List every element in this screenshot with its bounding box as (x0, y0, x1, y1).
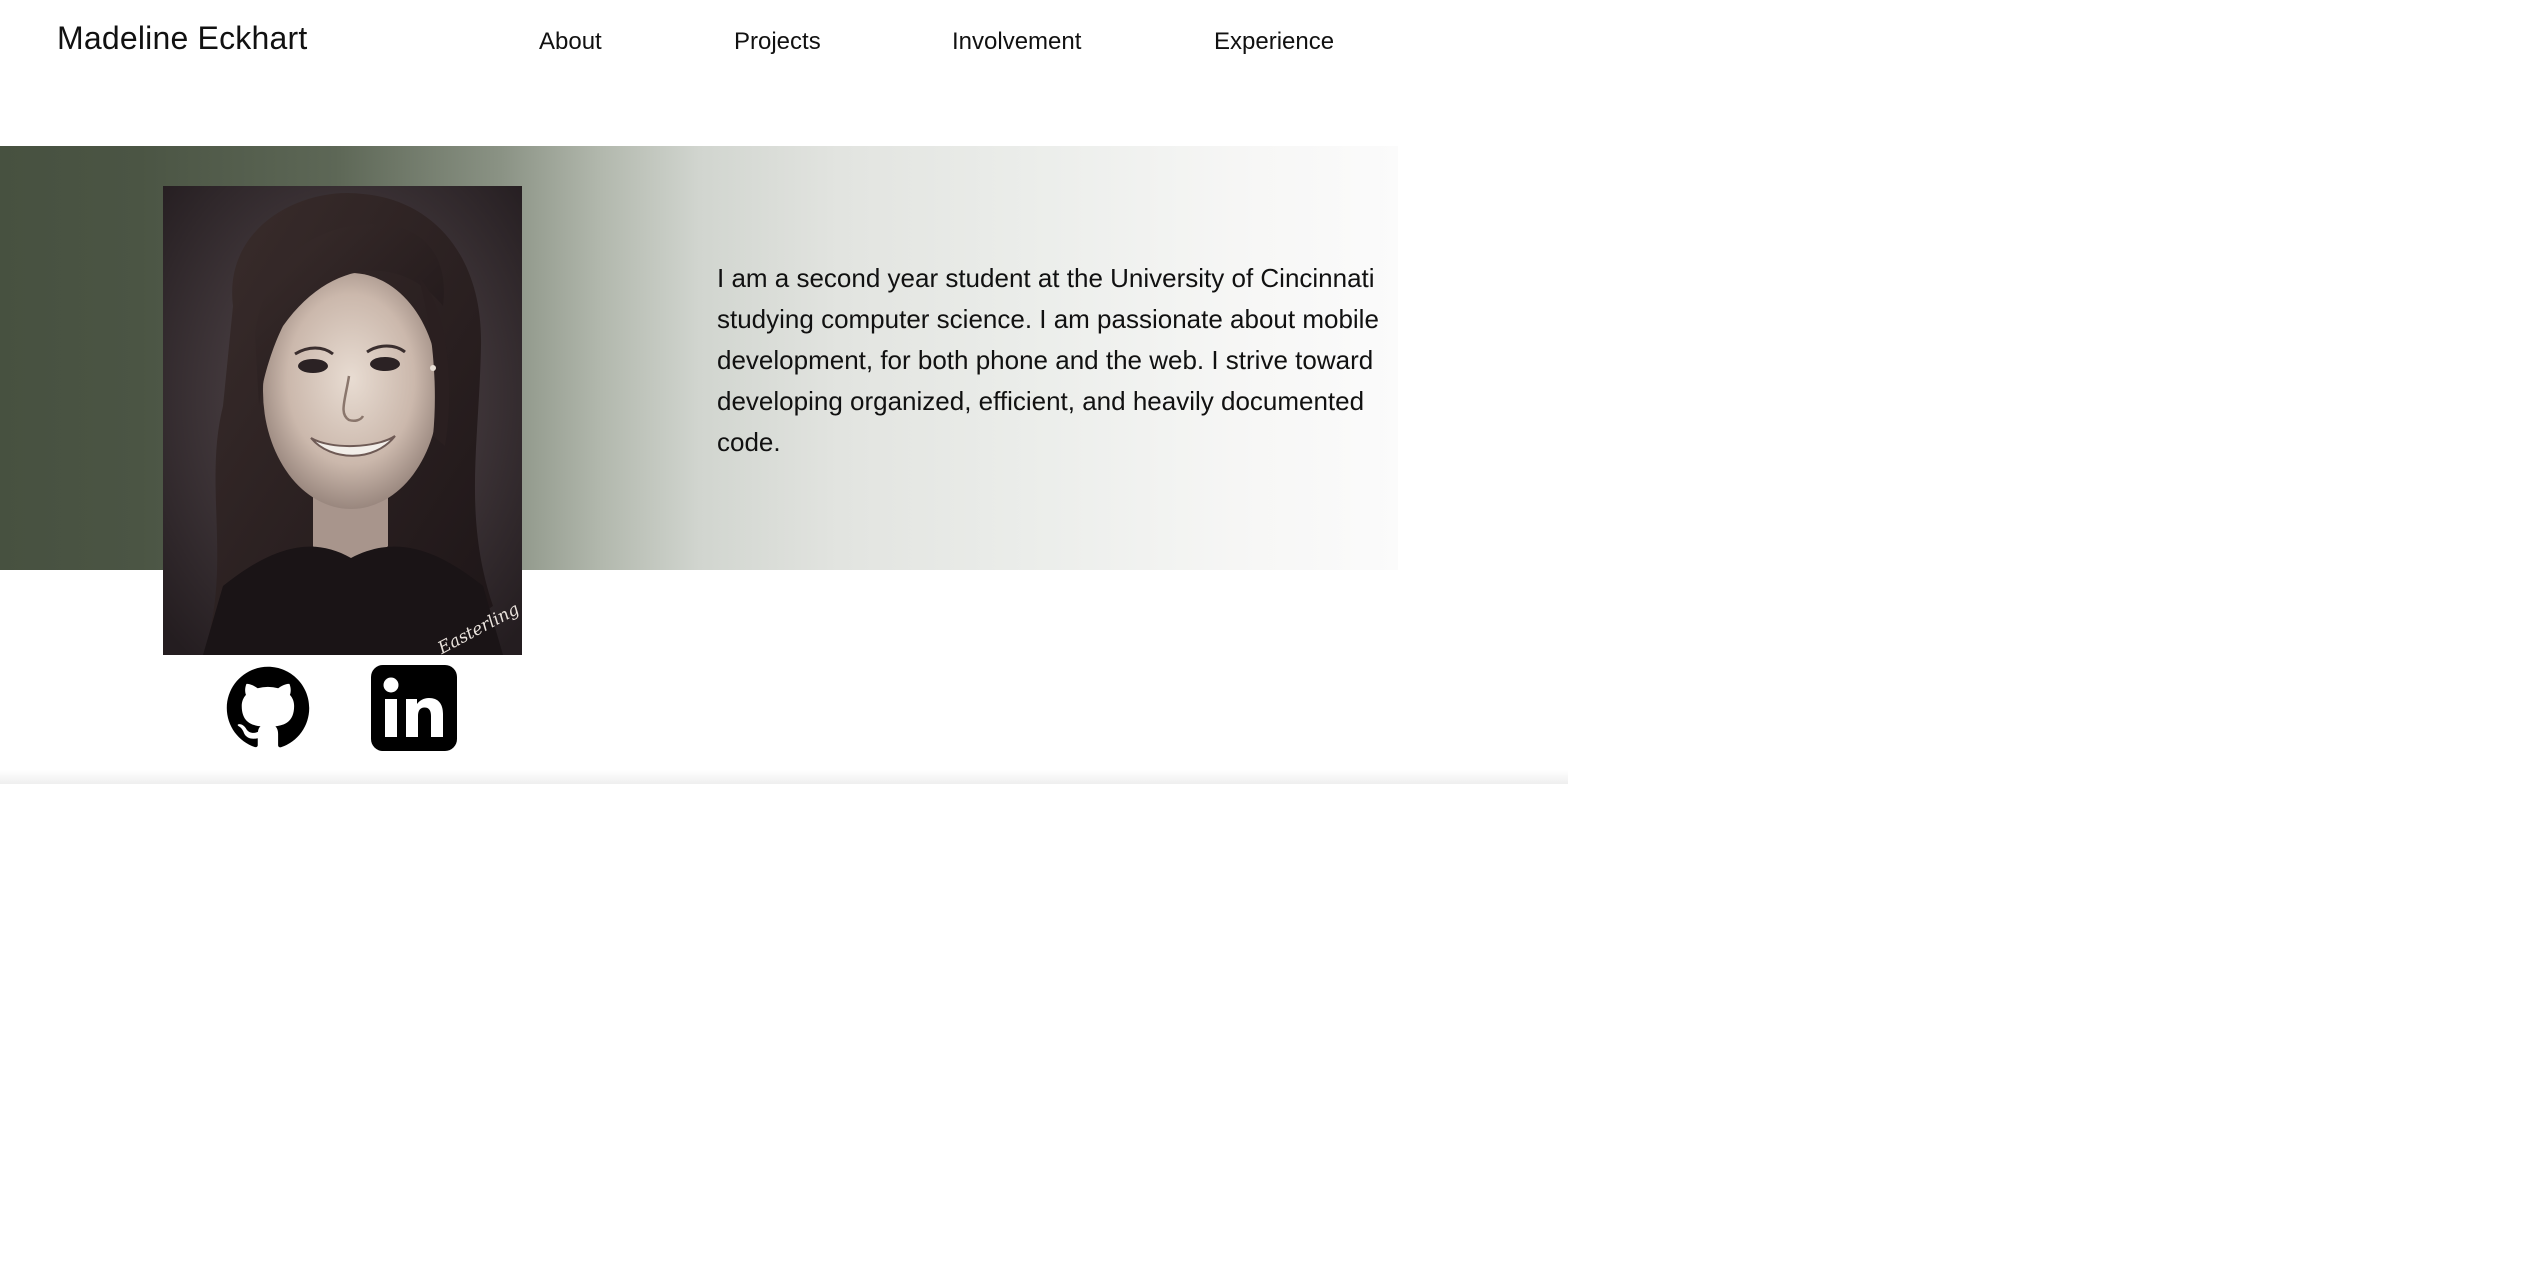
bio-text: I am a second year student at the Univer… (717, 263, 1379, 457)
github-icon[interactable] (225, 665, 311, 751)
nav-link-involvement[interactable]: Involvement (952, 28, 1081, 56)
page: Madeline Eckhart About Projects Involvem… (0, 0, 1568, 784)
nav-link-about[interactable]: About (539, 28, 602, 56)
footer-edge (0, 770, 1568, 784)
site-name-link[interactable]: Madeline Eckhart (57, 20, 307, 57)
nav-link-experience[interactable]: Experience (1214, 28, 1334, 56)
portrait-photo: Easterling © (163, 186, 522, 655)
linkedin-icon[interactable] (371, 665, 457, 751)
nav-link-projects[interactable]: Projects (734, 28, 821, 56)
